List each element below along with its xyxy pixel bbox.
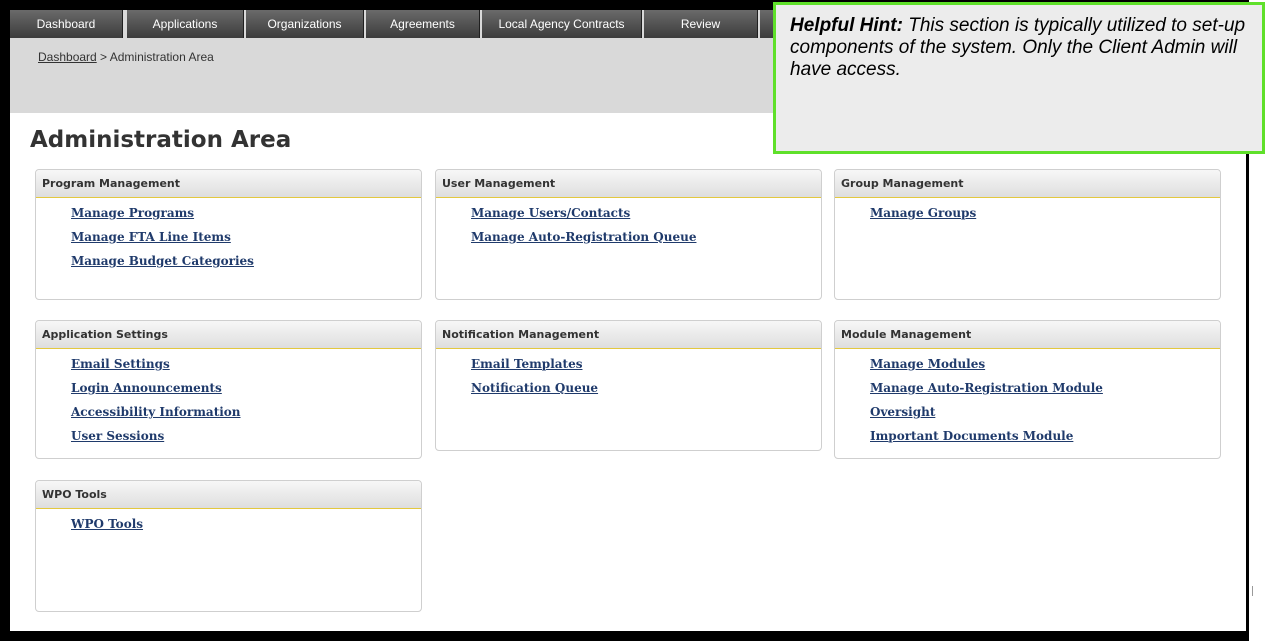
breadcrumb: Dashboard > Administration Area [38, 50, 214, 64]
manage-programs-link[interactable]: Manage Programs [71, 206, 194, 220]
user-sessions-link[interactable]: User Sessions [71, 429, 164, 443]
panel-notification-management: Notification Management Email Templates … [435, 320, 822, 451]
wpo-tools-link[interactable]: WPO Tools [71, 517, 143, 531]
list-item: Notification Queue [471, 377, 821, 401]
tab-organizations[interactable]: Organizations [246, 10, 364, 38]
panel-group-management: Group Management Manage Groups [834, 169, 1221, 300]
breadcrumb-current: Administration Area [109, 50, 214, 64]
manage-users-contacts-link[interactable]: Manage Users/Contacts [471, 206, 630, 220]
manage-modules-link[interactable]: Manage Modules [870, 357, 985, 371]
panel-header: Module Management [835, 321, 1220, 349]
helpful-hint-callout: Helpful Hint: This section is typically … [773, 2, 1265, 154]
link-list: Manage Programs Manage FTA Line Items Ma… [36, 198, 421, 274]
list-item: Oversight [870, 401, 1220, 425]
manage-budget-categories-link[interactable]: Manage Budget Categories [71, 254, 254, 268]
list-item: Manage FTA Line Items [71, 226, 421, 250]
list-item: Manage Auto-Registration Module [870, 377, 1220, 401]
list-item: Manage Modules [870, 353, 1220, 377]
notification-queue-link[interactable]: Notification Queue [471, 381, 598, 395]
link-list: WPO Tools [36, 509, 421, 537]
link-list: Manage Groups [835, 198, 1220, 226]
list-item: Important Documents Module [870, 425, 1220, 449]
list-item: Manage Users/Contacts [471, 202, 821, 226]
panel-program-management: Program Management Manage Programs Manag… [35, 169, 422, 300]
page-title: Administration Area [30, 127, 292, 153]
panel-module-management: Module Management Manage Modules Manage … [834, 320, 1221, 459]
tab-review[interactable]: Review [644, 10, 758, 38]
panel-header: User Management [436, 170, 821, 198]
manage-fta-line-items-link[interactable]: Manage FTA Line Items [71, 230, 231, 244]
link-list: Manage Modules Manage Auto-Registration … [835, 349, 1220, 449]
breadcrumb-home-link[interactable]: Dashboard [38, 50, 97, 64]
panel-header: Notification Management [436, 321, 821, 349]
list-item: Manage Groups [870, 202, 1220, 226]
panel-application-settings: Application Settings Email Settings Logi… [35, 320, 422, 459]
link-list: Manage Users/Contacts Manage Auto-Regist… [436, 198, 821, 250]
list-item: Login Announcements [71, 377, 421, 401]
resize-grip-icon [1252, 586, 1258, 596]
tab-dashboard[interactable]: Dashboard [10, 10, 123, 38]
list-item: WPO Tools [71, 513, 421, 537]
tab-applications[interactable]: Applications [127, 10, 244, 38]
email-settings-link[interactable]: Email Settings [71, 357, 170, 371]
manage-groups-link[interactable]: Manage Groups [870, 206, 976, 220]
list-item: Manage Auto-Registration Queue [471, 226, 821, 250]
panel-header: Application Settings [36, 321, 421, 349]
oversight-link[interactable]: Oversight [870, 405, 935, 419]
manage-auto-registration-module-link[interactable]: Manage Auto-Registration Module [870, 381, 1103, 395]
panel-user-management: User Management Manage Users/Contacts Ma… [435, 169, 822, 300]
list-item: Manage Budget Categories [71, 250, 421, 274]
tab-local-agency-contracts[interactable]: Local Agency Contracts [482, 10, 642, 38]
link-list: Email Templates Notification Queue [436, 349, 821, 401]
manage-auto-registration-queue-link[interactable]: Manage Auto-Registration Queue [471, 230, 696, 244]
list-item: Manage Programs [71, 202, 421, 226]
tab-agreements[interactable]: Agreements [366, 10, 480, 38]
link-list: Email Settings Login Announcements Acces… [36, 349, 421, 449]
panel-header: Group Management [835, 170, 1220, 198]
breadcrumb-separator: > [96, 50, 110, 64]
panel-header: WPO Tools [36, 481, 421, 509]
list-item: Email Settings [71, 353, 421, 377]
email-templates-link[interactable]: Email Templates [471, 357, 582, 371]
list-item: Accessibility Information [71, 401, 421, 425]
accessibility-information-link[interactable]: Accessibility Information [71, 405, 241, 419]
panel-wpo-tools: WPO Tools WPO Tools [35, 480, 422, 612]
list-item: User Sessions [71, 425, 421, 449]
list-item: Email Templates [471, 353, 821, 377]
panel-header: Program Management [36, 170, 421, 198]
hint-label: Helpful Hint: [790, 15, 903, 36]
important-documents-module-link[interactable]: Important Documents Module [870, 429, 1073, 443]
login-announcements-link[interactable]: Login Announcements [71, 381, 222, 395]
